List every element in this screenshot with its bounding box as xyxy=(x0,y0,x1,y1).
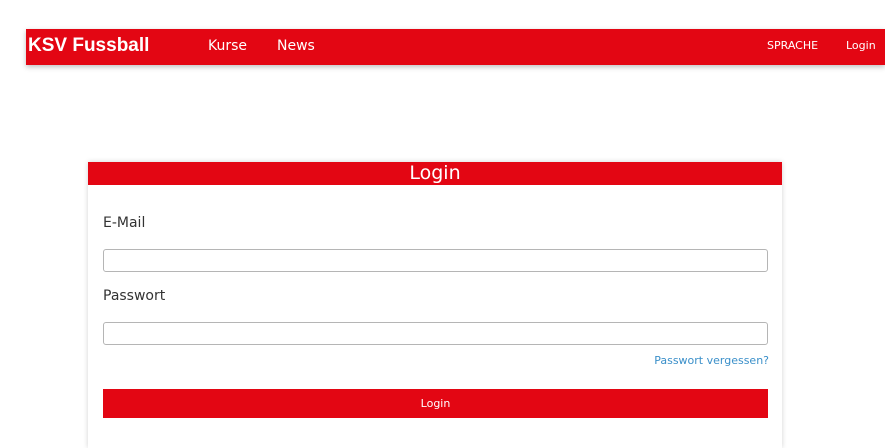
email-label: E-Mail xyxy=(103,215,146,231)
login-card-title: Login xyxy=(88,162,782,185)
brand-logo-link[interactable]: KSV Fussball xyxy=(28,35,149,57)
nav-login-link[interactable]: Login xyxy=(846,39,876,52)
nav-link-kurse[interactable]: Kurse xyxy=(208,38,247,54)
nav-link-news[interactable]: News xyxy=(277,38,315,54)
forgot-password-link[interactable]: Passwort vergessen? xyxy=(654,354,769,367)
email-field[interactable] xyxy=(103,249,768,272)
login-button[interactable]: Login xyxy=(103,389,768,418)
top-navbar: KSV Fussball Kurse News SPRACHE Login xyxy=(26,29,885,65)
password-label: Passwort xyxy=(103,288,166,304)
password-field[interactable] xyxy=(103,322,768,345)
login-card: Login E-Mail Passwort Passwort vergessen… xyxy=(88,162,782,448)
language-menu[interactable]: SPRACHE xyxy=(767,39,818,52)
